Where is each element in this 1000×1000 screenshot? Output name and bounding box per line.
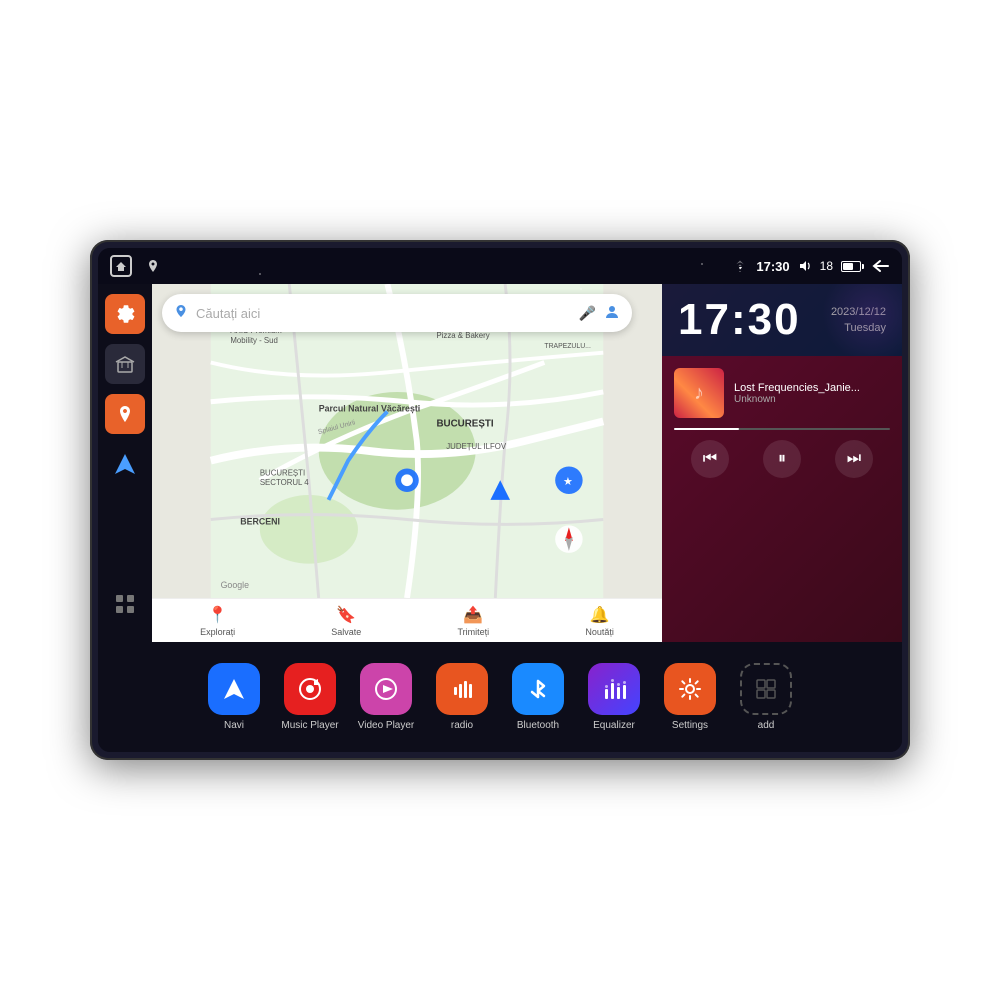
add-icon bbox=[740, 663, 792, 715]
music-player-icon bbox=[284, 663, 336, 715]
svg-text:BERCENI: BERCENI bbox=[240, 516, 280, 526]
prev-button[interactable]: ⏮ bbox=[691, 440, 729, 478]
map-nav-news[interactable]: 🔔 Noutăți bbox=[585, 605, 614, 637]
sidebar-settings-icon[interactable] bbox=[105, 294, 145, 334]
music-info-row: Lost Frequencies_Janie... Unknown bbox=[674, 368, 890, 418]
music-player-label: Music Player bbox=[281, 720, 338, 731]
album-art-inner bbox=[674, 368, 724, 418]
explore-icon: 📍 bbox=[208, 605, 228, 625]
svg-text:SECTORUL 4: SECTORUL 4 bbox=[260, 478, 309, 487]
svg-text:BUCUREȘTI: BUCUREȘTI bbox=[436, 418, 493, 429]
add-label: add bbox=[758, 720, 775, 731]
video-player-icon bbox=[360, 663, 412, 715]
map-nav-send[interactable]: 📤 Trimiteți bbox=[458, 605, 490, 637]
account-icon[interactable] bbox=[604, 304, 620, 323]
map-bottom-nav: 📍 Explorați 🔖 Salvate 📤 Trimiteți 🔔 Nout… bbox=[152, 598, 662, 642]
equalizer-label: Equalizer bbox=[593, 720, 635, 731]
map-nav-saved[interactable]: 🔖 Salvate bbox=[331, 605, 361, 637]
status-left bbox=[110, 255, 164, 277]
equalizer-icon bbox=[588, 663, 640, 715]
music-artist: Unknown bbox=[734, 394, 890, 405]
status-bar: 17:30 18 bbox=[98, 248, 902, 284]
right-panel: 17:30 2023/12/12 Tuesday Los bbox=[662, 284, 902, 642]
music-controls: ⏮ ⏸ ⏭ bbox=[674, 440, 890, 478]
explore-label: Explorați bbox=[200, 627, 235, 637]
album-art bbox=[674, 368, 724, 418]
settings-label: Settings bbox=[672, 720, 708, 731]
main-content: AXIS Premium Mobility - Sud Pizza & Bake… bbox=[98, 284, 902, 642]
send-label: Trimiteți bbox=[458, 627, 490, 637]
svg-text:Parcul Natural Văcărești: Parcul Natural Văcărești bbox=[319, 404, 421, 414]
sidebar-grid-icon[interactable] bbox=[105, 584, 145, 624]
svg-text:Mobility - Sud: Mobility - Sud bbox=[230, 336, 278, 345]
music-progress-bar[interactable] bbox=[674, 428, 890, 430]
maps-pin-icon bbox=[174, 304, 188, 323]
battery-icon bbox=[841, 261, 864, 272]
app-radio[interactable]: radio bbox=[432, 663, 492, 731]
clock-day-value: Tuesday bbox=[831, 320, 886, 337]
maps-button[interactable] bbox=[142, 255, 164, 277]
radio-icon bbox=[436, 663, 488, 715]
app-video-player[interactable]: Video Player bbox=[356, 663, 416, 731]
svg-text:TRAPEZULU...: TRAPEZULU... bbox=[544, 343, 591, 350]
music-title: Lost Frequencies_Janie... bbox=[734, 382, 890, 394]
map-search-placeholder: Căutați aici bbox=[196, 306, 571, 321]
bluetooth-label: Bluetooth bbox=[517, 720, 559, 731]
volume-icon bbox=[798, 260, 812, 272]
map-nav-explore[interactable]: 📍 Explorați bbox=[200, 605, 235, 637]
radio-label: radio bbox=[451, 720, 473, 731]
saved-icon: 🔖 bbox=[336, 605, 356, 625]
app-grid: Navi Music Player bbox=[204, 663, 796, 731]
svg-text:JUDEȚUL ILFOV: JUDEȚUL ILFOV bbox=[446, 442, 507, 451]
app-equalizer[interactable]: Equalizer bbox=[584, 663, 644, 731]
app-settings[interactable]: Settings bbox=[660, 663, 720, 731]
app-navi[interactable]: Navi bbox=[204, 663, 264, 731]
wifi-icon bbox=[732, 260, 748, 272]
left-sidebar bbox=[98, 284, 152, 642]
app-grid-area: Navi Music Player bbox=[98, 642, 902, 752]
svg-text:★: ★ bbox=[563, 476, 573, 488]
sidebar-nav-icon[interactable] bbox=[105, 444, 145, 484]
svg-text:Google: Google bbox=[221, 580, 250, 590]
app-add[interactable]: add bbox=[736, 663, 796, 731]
mic-icon[interactable]: 🎤 bbox=[579, 305, 596, 322]
navi-icon bbox=[208, 663, 260, 715]
pause-button[interactable]: ⏸ bbox=[763, 440, 801, 478]
screen: 17:30 18 bbox=[98, 248, 902, 752]
center-area: AXIS Premium Mobility - Sud Pizza & Bake… bbox=[152, 284, 662, 642]
clock-widget: 17:30 2023/12/12 Tuesday bbox=[662, 284, 902, 356]
saved-label: Salvate bbox=[331, 627, 361, 637]
car-headunit-device: 17:30 18 bbox=[90, 240, 910, 760]
navi-label: Navi bbox=[224, 720, 244, 731]
video-player-label: Video Player bbox=[358, 720, 415, 731]
bluetooth-icon bbox=[512, 663, 564, 715]
status-time: 17:30 bbox=[756, 259, 789, 274]
settings-icon bbox=[664, 663, 716, 715]
clock-date-value: 2023/12/12 bbox=[831, 304, 886, 321]
music-widget: Lost Frequencies_Janie... Unknown ⏮ ⏸ ⏭ bbox=[662, 356, 902, 642]
map-container[interactable]: AXIS Premium Mobility - Sud Pizza & Bake… bbox=[152, 284, 662, 598]
svg-text:BUCUREȘTI: BUCUREȘTI bbox=[260, 468, 305, 477]
next-button[interactable]: ⏭ bbox=[835, 440, 873, 478]
status-right: 17:30 18 bbox=[732, 259, 890, 274]
back-icon[interactable] bbox=[872, 259, 890, 273]
send-icon: 📤 bbox=[463, 605, 483, 625]
sidebar-box-icon[interactable] bbox=[105, 344, 145, 384]
home-button[interactable] bbox=[110, 255, 132, 277]
svg-text:Pizza & Bakery: Pizza & Bakery bbox=[436, 331, 489, 340]
news-icon: 🔔 bbox=[590, 605, 610, 625]
app-music-player[interactable]: Music Player bbox=[280, 663, 340, 731]
map-search-bar[interactable]: Căutați aici 🎤 bbox=[162, 294, 632, 332]
clock-time: 17:30 bbox=[678, 298, 801, 342]
sidebar-map-icon[interactable] bbox=[105, 394, 145, 434]
battery-level: 18 bbox=[820, 259, 833, 273]
clock-date: 2023/12/12 Tuesday bbox=[831, 304, 886, 337]
app-bluetooth[interactable]: Bluetooth bbox=[508, 663, 568, 731]
music-progress-fill bbox=[674, 428, 739, 430]
news-label: Noutăți bbox=[585, 627, 614, 637]
music-track-info: Lost Frequencies_Janie... Unknown bbox=[734, 382, 890, 405]
